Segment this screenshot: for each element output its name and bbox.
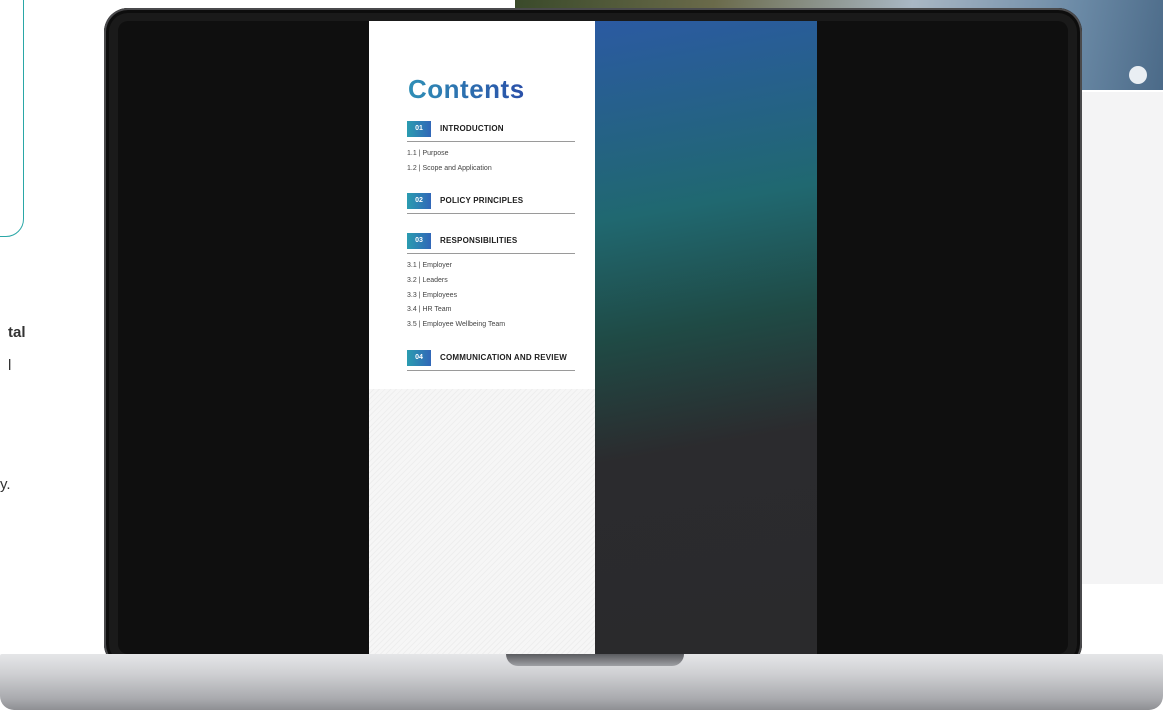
section-heading-policy-principles[interactable]: 02 POLICY PRINCIPLES: [407, 193, 575, 214]
contents-item[interactable]: 3.5 | Employee Wellbeing Team: [407, 321, 505, 328]
document-hatch-pattern: [369, 389, 595, 654]
background-panel: [1080, 92, 1163, 584]
section-number-badge: 02: [407, 193, 431, 209]
section-number-badge: 03: [407, 233, 431, 249]
contents-item[interactable]: 3.3 | Employees: [407, 292, 457, 299]
background-text-fragment: l: [8, 357, 12, 374]
laptop-base: [0, 654, 1163, 710]
photo-detail: [1129, 66, 1147, 84]
laptop-opening-notch: [506, 654, 684, 666]
document-page: Contents 01 INTRODUCTION 1.1 | Purpose 1…: [369, 21, 595, 654]
contents-item[interactable]: 3.1 | Employer: [407, 262, 452, 269]
document-gradient-panel: [595, 21, 817, 654]
contents-title: Contents: [408, 74, 525, 104]
section-title: COMMUNICATION AND REVIEW: [440, 353, 568, 362]
background-card: [0, 0, 24, 237]
section-title: INTRODUCTION: [440, 124, 504, 133]
section-title: RESPONSIBILITIES: [440, 236, 518, 245]
section-number-badge: 04: [407, 350, 431, 366]
section-number-badge: 01: [407, 121, 431, 137]
section-title: POLICY PRINCIPLES: [440, 196, 524, 205]
contents-item[interactable]: 3.4 | HR Team: [407, 306, 452, 313]
section-heading-introduction[interactable]: 01 INTRODUCTION: [407, 121, 575, 142]
contents-item[interactable]: 1.2 | Scope and Application: [407, 165, 492, 172]
contents-item[interactable]: 1.1 | Purpose: [407, 150, 449, 157]
contents-item[interactable]: 3.2 | Leaders: [407, 277, 448, 284]
section-heading-responsibilities[interactable]: 03 RESPONSIBILITIES: [407, 233, 575, 254]
background-text-fragment: y.: [0, 476, 11, 493]
section-heading-communication-and-review[interactable]: 04 COMMUNICATION AND REVIEW: [407, 350, 575, 371]
background-text-fragment: tal: [8, 324, 26, 341]
laptop-screen: Contents 01 INTRODUCTION 1.1 | Purpose 1…: [118, 21, 1068, 654]
